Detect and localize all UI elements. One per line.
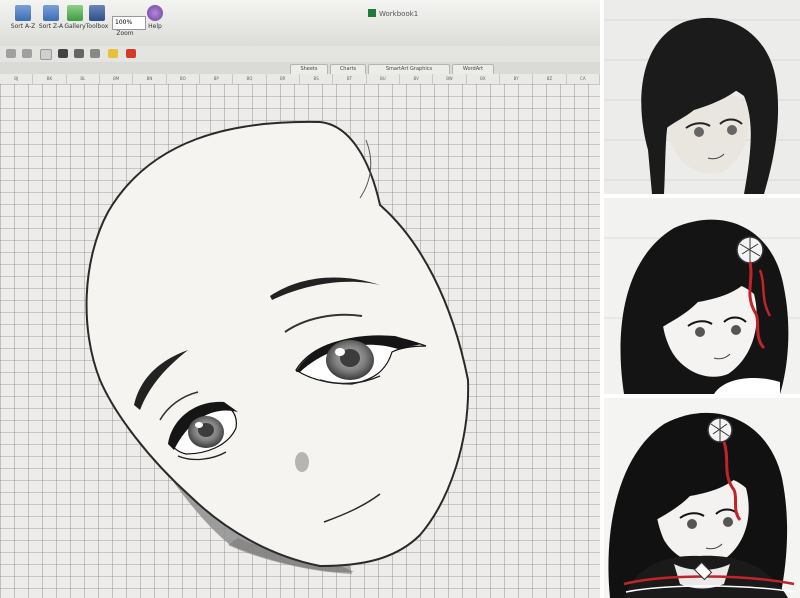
illustration-panel-1 [604,0,800,194]
anime-face-drawing[interactable] [0,0,600,598]
portrait-with-ornament [604,198,800,394]
portrait-sketch [604,0,800,194]
portrait-in-uniform [604,398,800,598]
illustration-panel-3 [604,398,800,598]
illustration-panel-2 [604,198,800,394]
nose [295,452,309,472]
excel-screenshot: Sort A-Z Sort Z-A Gallery Toolbox 100% Z… [0,0,600,598]
